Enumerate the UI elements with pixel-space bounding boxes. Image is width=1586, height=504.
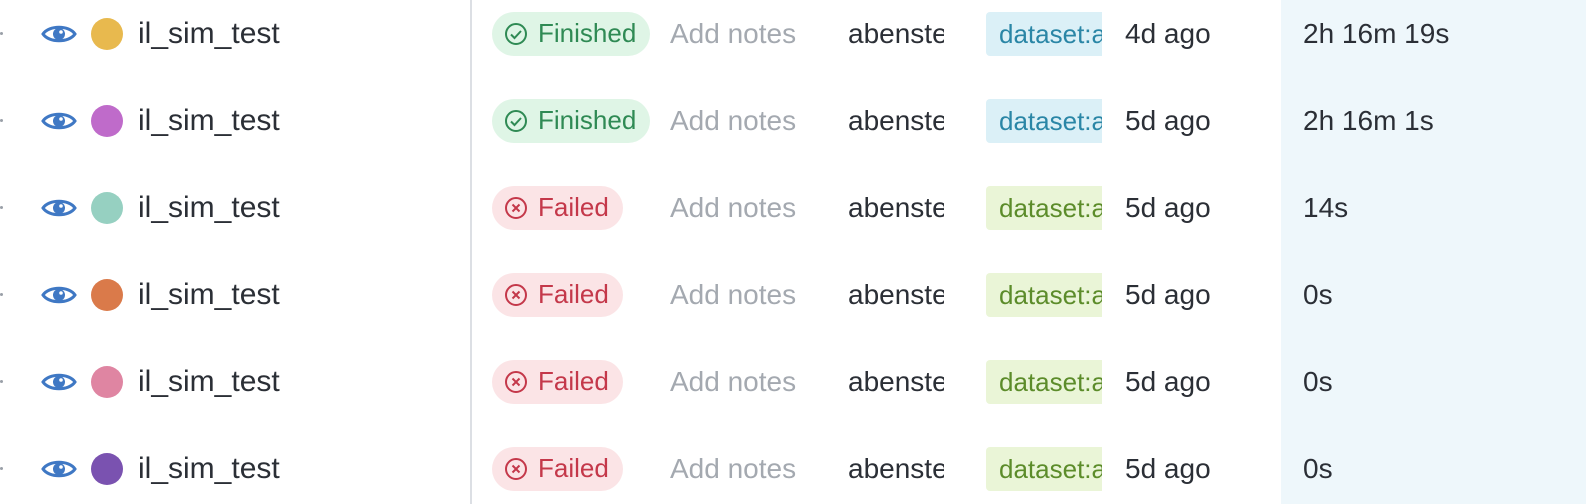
check-circle-icon <box>504 22 528 46</box>
status-badge: Failed <box>492 446 623 491</box>
status-label: Finished <box>538 18 637 48</box>
run-runtime: 14s <box>1303 191 1349 223</box>
status-badge: Failed <box>492 359 623 404</box>
run-name[interactable]: il_sim_test <box>138 164 458 251</box>
run-tags-cell: dataset:a <box>986 425 1102 504</box>
row-drag-handle[interactable] <box>0 164 6 251</box>
run-created: 5d ago <box>1125 365 1211 397</box>
run-created: 5d ago <box>1125 452 1211 484</box>
check-circle-icon <box>504 109 528 133</box>
status-label: Finished <box>538 105 637 135</box>
table-row[interactable]: il_sim_test Finished Add notes abenstein… <box>0 0 1586 77</box>
run-user: abenstein <box>848 365 944 397</box>
status-label: Failed <box>538 453 609 483</box>
status-badge: Failed <box>492 185 623 230</box>
add-notes-field[interactable]: Add notes <box>670 251 830 338</box>
visibility-eye-icon[interactable] <box>40 77 78 164</box>
run-created: 4d ago <box>1125 17 1211 49</box>
run-runtime: 2h 16m 19s <box>1303 17 1450 49</box>
run-user: abenstein <box>848 104 944 136</box>
runs-table: il_sim_test Finished Add notes abenstein… <box>0 0 1586 504</box>
add-notes-field[interactable]: Add notes <box>670 0 830 77</box>
run-color-swatch[interactable] <box>90 164 124 251</box>
status-badge: Finished <box>492 98 651 143</box>
visibility-eye-icon[interactable] <box>40 425 78 504</box>
run-color-swatch[interactable] <box>90 338 124 425</box>
run-name[interactable]: il_sim_test <box>138 251 458 338</box>
status-label: Failed <box>538 192 609 222</box>
run-created: 5d ago <box>1125 191 1211 223</box>
run-state-cell: Failed <box>492 338 652 425</box>
run-tags-cell: dataset:a <box>986 77 1102 164</box>
run-state-cell: Failed <box>492 251 652 338</box>
row-drag-handle[interactable] <box>0 0 6 77</box>
add-notes-field[interactable]: Add notes <box>670 164 830 251</box>
run-user: abenstein <box>848 17 944 49</box>
run-created: 5d ago <box>1125 278 1211 310</box>
table-row[interactable]: il_sim_test Failed Add notes abenstein d… <box>0 425 1586 504</box>
status-badge: Finished <box>492 11 651 56</box>
run-state-cell: Finished <box>492 77 652 164</box>
status-label: Failed <box>538 279 609 309</box>
table-row[interactable]: il_sim_test Failed Add notes abenstein d… <box>0 251 1586 338</box>
run-name[interactable]: il_sim_test <box>138 77 458 164</box>
row-drag-handle[interactable] <box>0 338 6 425</box>
run-tag[interactable]: dataset:a <box>986 11 1102 56</box>
run-runtime: 0s <box>1303 278 1333 310</box>
run-user: abenstein <box>848 452 944 484</box>
run-color-swatch[interactable] <box>90 251 124 338</box>
row-drag-handle[interactable] <box>0 425 6 504</box>
x-circle-icon <box>504 283 528 307</box>
visibility-eye-icon[interactable] <box>40 251 78 338</box>
run-color-swatch[interactable] <box>90 425 124 504</box>
run-state-cell: Failed <box>492 164 652 251</box>
table-row[interactable]: il_sim_test Finished Add notes abenstein… <box>0 77 1586 164</box>
run-runtime: 2h 16m 1s <box>1303 104 1434 136</box>
run-tags-cell: dataset:a <box>986 164 1102 251</box>
run-tags-cell: dataset:a <box>986 338 1102 425</box>
x-circle-icon <box>504 370 528 394</box>
visibility-eye-icon[interactable] <box>40 0 78 77</box>
run-color-swatch[interactable] <box>90 77 124 164</box>
run-created: 5d ago <box>1125 104 1211 136</box>
run-name[interactable]: il_sim_test <box>138 338 458 425</box>
row-drag-handle[interactable] <box>0 251 6 338</box>
table-row[interactable]: il_sim_test Failed Add notes abenstein d… <box>0 164 1586 251</box>
run-name[interactable]: il_sim_test <box>138 0 458 77</box>
run-tag[interactable]: dataset:a <box>986 98 1102 143</box>
add-notes-field[interactable]: Add notes <box>670 425 830 504</box>
x-circle-icon <box>504 457 528 481</box>
run-tag[interactable]: dataset:a <box>986 185 1102 230</box>
run-runtime: 0s <box>1303 452 1333 484</box>
run-name[interactable]: il_sim_test <box>138 425 458 504</box>
table-row[interactable]: il_sim_test Failed Add notes abenstein d… <box>0 338 1586 425</box>
run-runtime: 0s <box>1303 365 1333 397</box>
run-user: abenstein <box>848 278 944 310</box>
run-color-swatch[interactable] <box>90 0 124 77</box>
status-label: Failed <box>538 366 609 396</box>
x-circle-icon <box>504 196 528 220</box>
run-tags-cell: dataset:a <box>986 251 1102 338</box>
run-state-cell: Finished <box>492 0 652 77</box>
run-tag[interactable]: dataset:a <box>986 272 1102 317</box>
status-badge: Failed <box>492 272 623 317</box>
run-tag[interactable]: dataset:a <box>986 446 1102 491</box>
run-state-cell: Failed <box>492 425 652 504</box>
run-tag[interactable]: dataset:a <box>986 359 1102 404</box>
row-drag-handle[interactable] <box>0 77 6 164</box>
run-tags-cell: dataset:a <box>986 0 1102 77</box>
visibility-eye-icon[interactable] <box>40 164 78 251</box>
add-notes-field[interactable]: Add notes <box>670 338 830 425</box>
visibility-eye-icon[interactable] <box>40 338 78 425</box>
add-notes-field[interactable]: Add notes <box>670 77 830 164</box>
run-user: abenstein <box>848 191 944 223</box>
